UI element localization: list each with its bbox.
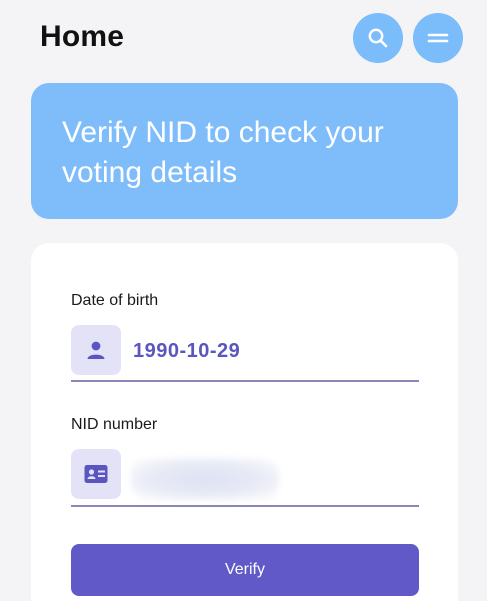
dob-field[interactable]: 1990-10-29 xyxy=(133,340,240,363)
verify-button[interactable]: Verify xyxy=(71,544,419,596)
menu-icon xyxy=(427,33,449,43)
dob-field-icon-box xyxy=(71,325,121,375)
person-icon xyxy=(87,341,105,359)
nid-underline xyxy=(71,505,419,507)
dob-underline xyxy=(71,380,419,382)
search-icon xyxy=(368,28,388,48)
id-card-icon xyxy=(84,465,108,483)
menu-button[interactable] xyxy=(413,13,463,63)
banner-text: Verify NID to check your voting details xyxy=(62,116,384,189)
nid-field-icon-box xyxy=(71,449,121,499)
page-title: Home xyxy=(40,20,125,53)
search-button[interactable] xyxy=(353,13,403,63)
nid-label: NID number xyxy=(71,416,158,433)
home-screen: Home Verify NID to check your voting det… xyxy=(0,0,487,601)
nid-field[interactable] xyxy=(131,458,279,500)
verify-banner: Verify NID to check your voting details xyxy=(31,83,458,219)
dob-label: Date of birth xyxy=(71,292,159,309)
